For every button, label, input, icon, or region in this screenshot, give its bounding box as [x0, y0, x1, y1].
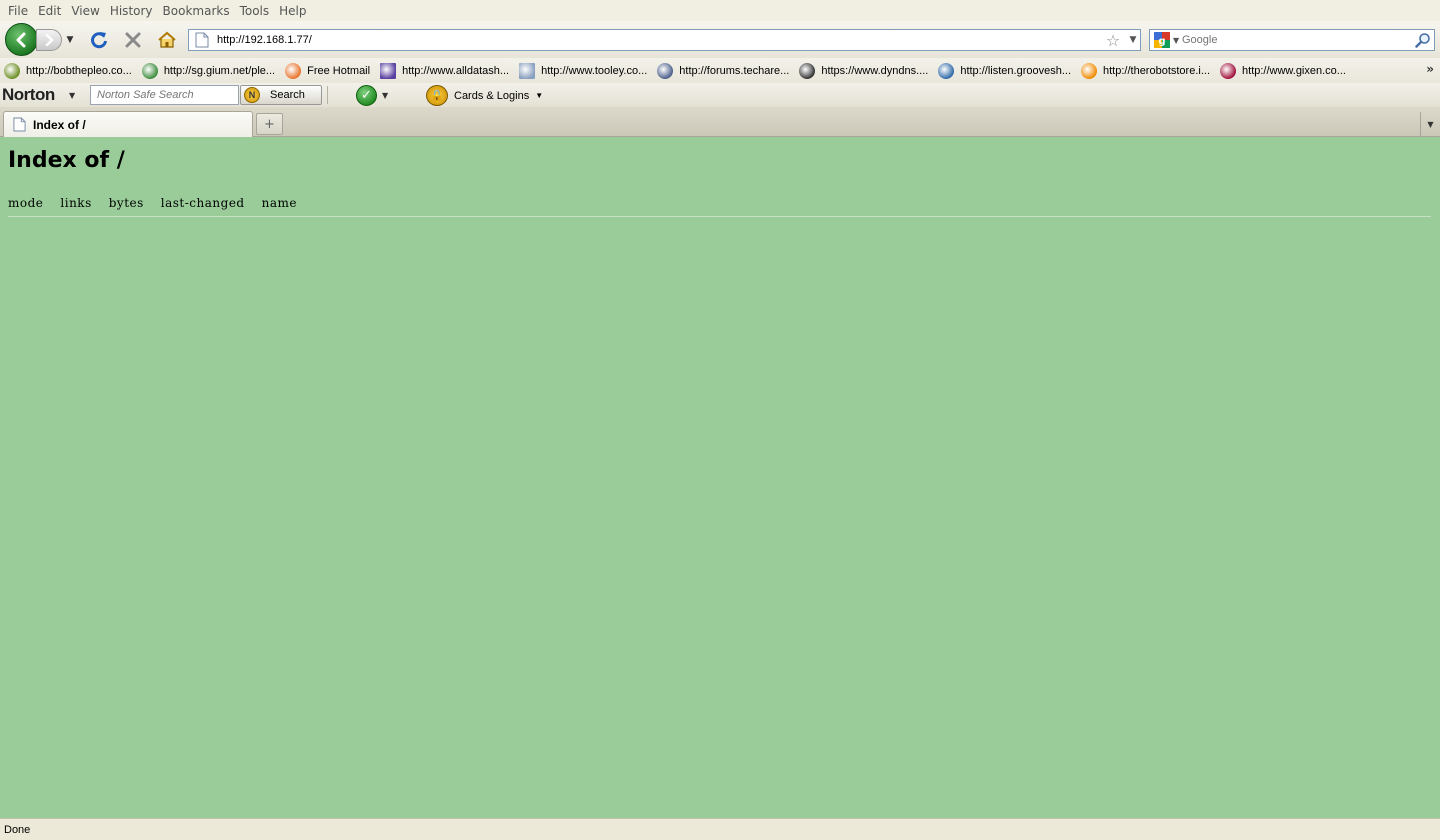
url-text[interactable]: http://192.168.1.77/ [217, 34, 1104, 46]
page-title: Index of / [8, 148, 125, 173]
stop-button[interactable] [122, 29, 144, 51]
stop-icon [125, 32, 141, 48]
page-icon [519, 62, 536, 79]
forward-button[interactable] [36, 29, 62, 51]
bookmark-label: http://www.gixen.co... [1242, 64, 1346, 77]
menu-bookmarks[interactable]: Bookmarks [158, 4, 235, 18]
bookmark-item[interactable]: http://www.tooley.co... [519, 62, 648, 79]
bookmark-label: http://www.tooley.co... [541, 64, 648, 77]
google-icon: g [1154, 32, 1170, 48]
search-bar[interactable]: g ▼ [1149, 29, 1435, 51]
windows-icon [285, 62, 302, 79]
url-bar[interactable]: http://192.168.1.77/ ☆ ▼ [188, 29, 1141, 51]
norton-search-label: Search [270, 89, 305, 101]
gixen-icon [1220, 62, 1237, 79]
chevron-down-icon: ▼ [535, 91, 544, 100]
horizontal-rule [8, 216, 1431, 217]
page-content: Index of / mode links bytes last-changed… [0, 137, 1440, 818]
home-button[interactable] [156, 29, 178, 51]
arrow-right-icon [45, 34, 54, 46]
bookmark-label: http://listen.groovesh... [960, 64, 1071, 77]
norton-search-button[interactable]: N Search [240, 85, 322, 105]
reload-button[interactable] [88, 29, 110, 51]
bookmark-item[interactable]: http://bobthepleo.co... [4, 62, 132, 79]
menu-bar: File Edit View History Bookmarks Tools H… [0, 0, 1440, 21]
checkmark-icon: ✓ [356, 85, 377, 106]
url-dropdown-button[interactable]: ▼ [1126, 35, 1140, 45]
search-go-button[interactable] [1412, 32, 1434, 48]
bookmark-label: https://www.dyndns.... [821, 64, 929, 77]
menu-help[interactable]: Help [274, 4, 311, 18]
status-bar: Done [0, 818, 1440, 840]
status-text: Done [4, 823, 31, 836]
chevron-down-icon: ▼ [1173, 35, 1180, 45]
svg-text:g: g [1158, 36, 1165, 47]
back-button[interactable] [5, 23, 38, 56]
globe-icon [657, 62, 674, 79]
navigation-toolbar: ▼ http://192.168.1.77/ ☆ ▼ g ▼ [0, 21, 1440, 58]
column-bytes: bytes [108, 196, 144, 210]
norton-search-input[interactable] [90, 85, 239, 105]
bookmark-label: Free Hotmail [307, 64, 371, 77]
column-last-changed: last-changed [160, 196, 245, 210]
dinosaur-icon [4, 62, 20, 79]
column-mode: mode [8, 196, 44, 210]
page-icon [195, 32, 209, 48]
bookmark-label: http://therobotstore.i... [1103, 64, 1211, 77]
bookmark-label: http://bobthepleo.co... [26, 64, 132, 77]
menu-tools[interactable]: Tools [235, 4, 275, 18]
bookmark-item[interactable]: http://forums.techare... [657, 62, 790, 79]
toolbar-divider [327, 86, 328, 104]
arrow-left-icon [16, 32, 25, 47]
cards-logins-button[interactable]: 🔒 Cards & Logins ▼ [426, 85, 543, 106]
listing-header: mode links bytes last-changed name [8, 196, 1432, 210]
menu-history[interactable]: History [105, 4, 158, 18]
bookmark-item[interactable]: http://www.alldatash... [380, 62, 510, 79]
reload-icon [91, 32, 107, 49]
menu-view[interactable]: View [66, 4, 104, 18]
norton-icon: N [244, 87, 260, 103]
tab-strip: Index of / + ▼ [0, 107, 1440, 137]
search-engine-selector[interactable]: g ▼ [1150, 30, 1182, 50]
norton-logo[interactable]: Norton [2, 85, 55, 105]
bookmark-item[interactable]: http://listen.groovesh... [938, 62, 1071, 79]
pdf-icon [380, 62, 397, 79]
new-tab-button[interactable]: + [256, 113, 283, 135]
cards-logins-label: Cards & Logins [454, 89, 530, 102]
bookmark-item[interactable]: http://therobotstore.i... [1081, 62, 1211, 79]
tab-index[interactable]: Index of / [3, 111, 253, 137]
bookmark-label: http://www.alldatash... [402, 64, 510, 77]
menu-edit[interactable]: Edit [33, 4, 66, 18]
menu-file[interactable]: File [3, 4, 33, 18]
page-icon [13, 117, 26, 132]
column-name: name [261, 196, 297, 210]
tab-title: Index of / [33, 117, 86, 132]
bookmark-label: http://forums.techare... [679, 64, 790, 77]
bookmark-label: http://sg.gium.net/ple... [163, 64, 276, 77]
safe-web-button[interactable]: ✓ ▼ [356, 85, 388, 106]
bookmarks-toolbar: http://bobthepleo.co... http://sg.gium.ne… [0, 58, 1440, 83]
bookmarks-overflow-button[interactable]: » [1426, 62, 1434, 76]
leaf-icon [141, 62, 158, 79]
robot-icon [1081, 62, 1097, 79]
search-input[interactable] [1182, 34, 1412, 46]
chevron-down-icon: ▼ [382, 91, 389, 100]
bookmark-item[interactable]: Free Hotmail [285, 62, 371, 79]
bookmark-item[interactable]: http://www.gixen.co... [1220, 62, 1346, 79]
history-dropdown-button[interactable]: ▼ [62, 31, 78, 49]
bookmark-item[interactable]: http://sg.gium.net/ple... [141, 62, 276, 79]
tab-list-dropdown[interactable]: ▼ [1420, 112, 1440, 136]
bookmark-item[interactable]: https://www.dyndns.... [799, 62, 929, 79]
grooveshark-icon [938, 62, 955, 79]
bookmark-star-icon[interactable]: ☆ [1104, 31, 1122, 50]
norton-menu-dropdown[interactable]: ▼ [69, 91, 75, 100]
home-icon [158, 31, 176, 48]
ring-icon [799, 62, 816, 79]
lock-icon: 🔒 [426, 85, 448, 106]
norton-toolbar: Norton ▼ N Search ✓ ▼ 🔒 Cards & Logins ▼ [0, 83, 1440, 107]
magnifier-icon [1415, 33, 1430, 48]
column-links: links [60, 196, 92, 210]
